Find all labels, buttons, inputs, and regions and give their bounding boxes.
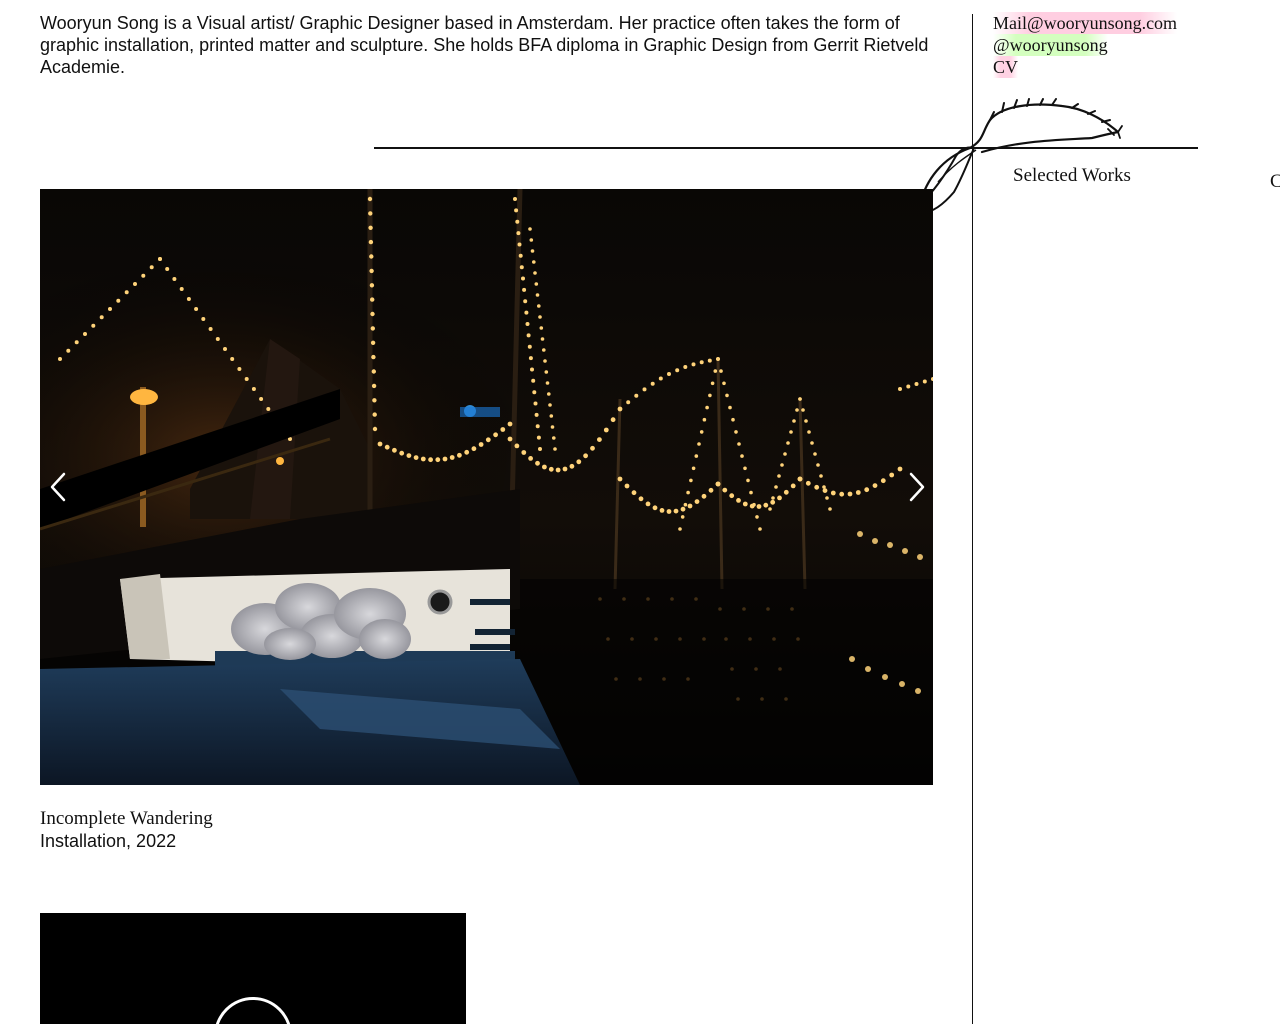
feather-icon <box>915 98 1123 214</box>
slide-photo <box>40 189 933 785</box>
work-meta: Installation, 2022 <box>40 831 177 851</box>
chevron-left-icon <box>50 472 66 502</box>
prev-slide-button[interactable] <box>42 469 74 505</box>
loading-spinner-icon <box>214 997 292 1024</box>
work-title: Incomplete Wandering <box>40 808 213 829</box>
video-player[interactable] <box>40 913 466 1024</box>
artist-bio: Wooryun Song is a Visual artist/ Graphic… <box>40 13 929 77</box>
cv-link[interactable]: CV <box>993 56 1019 78</box>
contact-links: Mail@wooryunsong.com @wooryunsong CV <box>993 12 1178 78</box>
nav-selected-works[interactable]: Selected Works <box>1013 165 1131 187</box>
mail-link[interactable]: Mail@wooryunsong.com <box>993 12 1178 34</box>
nav-item-clipped[interactable]: C <box>1270 171 1280 193</box>
work-caption: Incomplete Wandering Installation, 2022 <box>40 807 213 852</box>
next-slide-button[interactable] <box>901 469 933 505</box>
chevron-right-icon <box>909 472 925 502</box>
image-slider <box>40 189 933 785</box>
instagram-link[interactable]: @wooryunsong <box>993 34 1108 56</box>
